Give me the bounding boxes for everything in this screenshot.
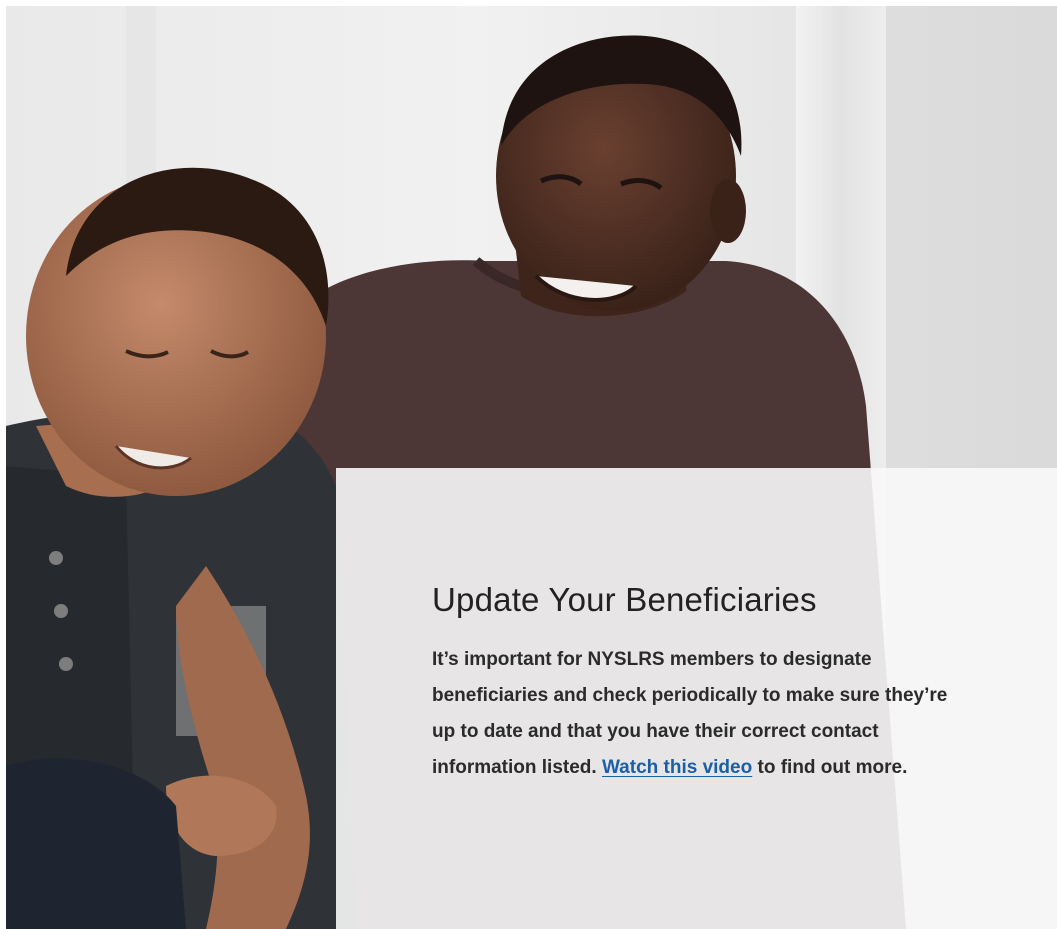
watch-video-link[interactable]: Watch this video xyxy=(602,757,752,778)
beneficiaries-card: Update Your Beneficiaries It’s important… xyxy=(336,468,1057,929)
card-body-text-end: to find out more. xyxy=(752,757,908,778)
card-title: Update Your Beneficiaries xyxy=(432,581,817,618)
page-frame: Update Your Beneficiaries It’s important… xyxy=(0,0,1057,929)
card-body: It’s important for NYSLRS members to des… xyxy=(432,642,974,786)
